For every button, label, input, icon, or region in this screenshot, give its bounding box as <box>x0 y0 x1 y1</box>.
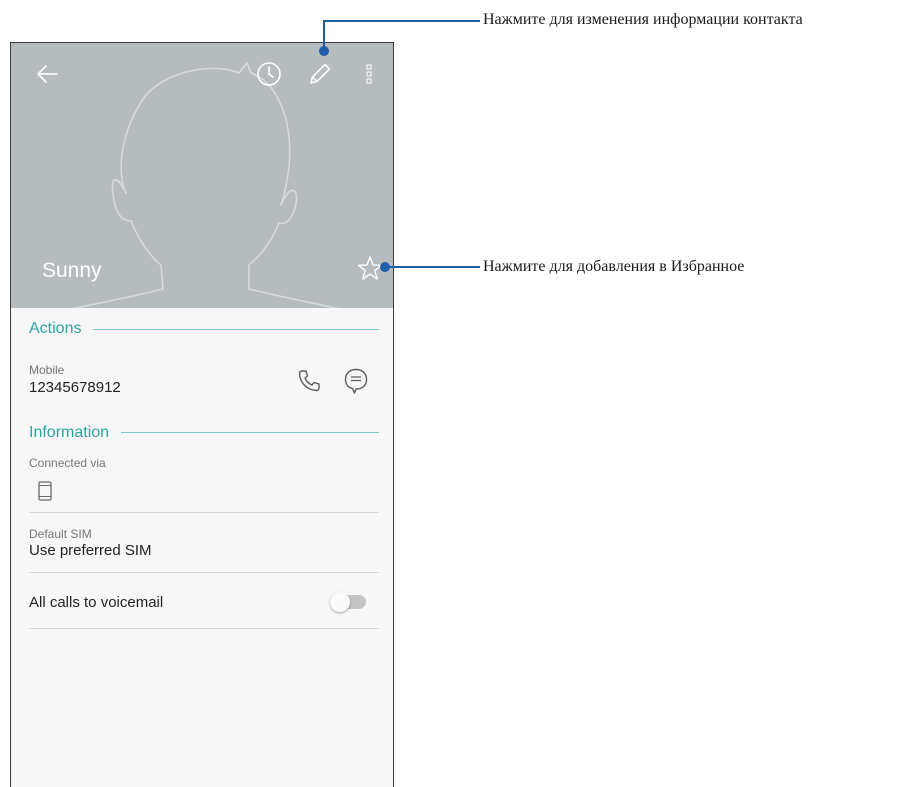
default-sim-label: Default SIM <box>29 527 92 541</box>
contact-name: Sunny <box>42 259 102 282</box>
phone-device-icon <box>38 481 52 501</box>
edit-callout-text: Нажмите для изменения информации контакт… <box>483 11 803 28</box>
phone-number: 12345678912 <box>29 379 121 396</box>
voicemail-divider <box>29 628 379 629</box>
star-outline-icon[interactable] <box>357 255 383 281</box>
phone-type-label: Mobile <box>29 363 65 377</box>
more-vertical-icon[interactable] <box>364 63 374 85</box>
voicemail-toggle[interactable] <box>330 592 368 612</box>
edit-callout-dot <box>319 46 329 56</box>
favorite-callout-dot <box>380 262 390 272</box>
voicemail-label: All calls to voicemail <box>29 594 164 611</box>
clock-icon[interactable] <box>256 61 282 87</box>
back-arrow-icon[interactable] <box>35 62 59 86</box>
actions-section-title: Actions <box>29 320 94 338</box>
pencil-icon[interactable] <box>307 61 333 87</box>
phone-icon[interactable] <box>296 368 322 394</box>
information-section-title: Information <box>29 424 122 442</box>
edit-callout-horizontal-line <box>323 20 480 22</box>
contact-details-screen: Sunny Actions Mobile 12345678912 Informa… <box>10 42 394 787</box>
default-sim-value: Use preferred SIM <box>29 542 152 559</box>
edit-callout-vertical-line <box>323 20 325 48</box>
connected-via-label: Connected via <box>29 456 106 470</box>
toggle-knob <box>330 592 350 612</box>
sim-divider <box>29 572 379 573</box>
favorite-callout-line <box>385 266 480 268</box>
favorite-callout-text: Нажмите для добавления в Избранное <box>483 258 745 275</box>
connected-divider <box>29 512 379 513</box>
message-bubble-icon[interactable] <box>343 367 369 395</box>
contact-header: Sunny <box>11 43 393 308</box>
